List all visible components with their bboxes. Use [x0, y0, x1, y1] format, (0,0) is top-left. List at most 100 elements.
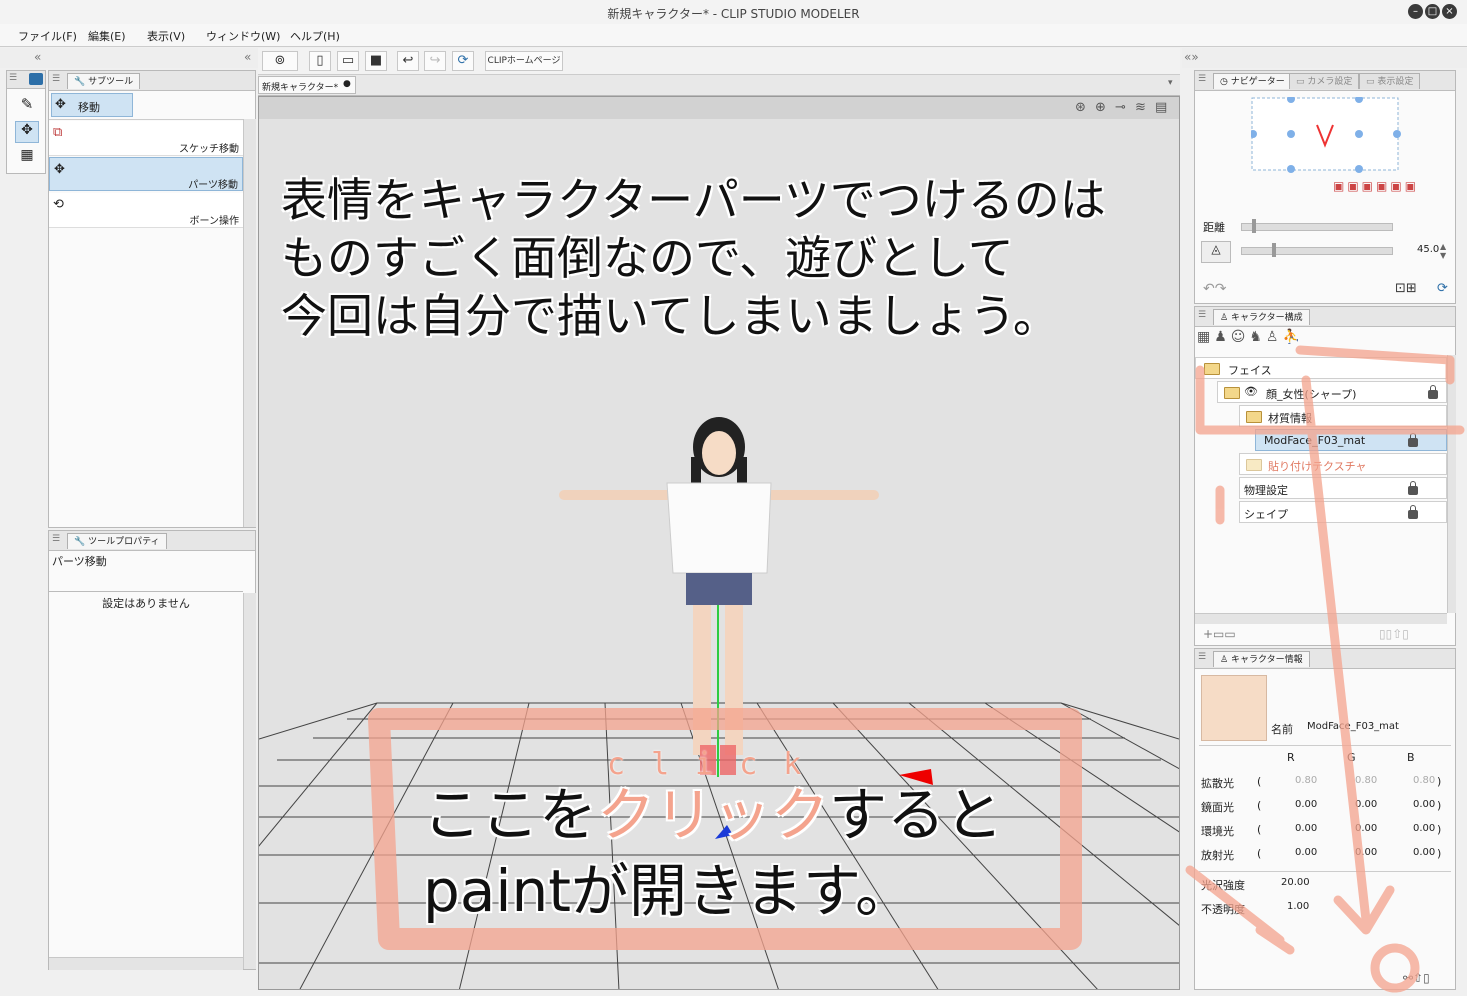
tool-palette: ☰ ✎ ✥ ▦	[6, 70, 46, 174]
distance-label: 距離	[1203, 221, 1225, 234]
title-bar: 新規キャラクター* - CLIP STUDIO MODELER – □ ×	[0, 0, 1467, 25]
right-dock-header: «»	[1182, 48, 1467, 68]
menu-view[interactable]: 表示(V)	[147, 28, 185, 44]
subtool-item-bone-operation[interactable]: ⟲ ボーン操作	[49, 193, 243, 228]
collapse-right-icon[interactable]: «»	[1184, 50, 1199, 64]
undo-icon[interactable]: ↩	[397, 51, 419, 71]
collapse-subtool-icon[interactable]: «	[244, 50, 251, 64]
sketch-tool-icon[interactable]: ✎	[15, 95, 39, 117]
menu-file[interactable]: ファイル(F)	[18, 28, 77, 44]
move-icon: ✥	[55, 97, 66, 112]
menu-icon[interactable]: ☰	[52, 534, 60, 544]
annotation-line: 今回は自分で描いてしまいましょう。	[281, 289, 1059, 343]
fov-slider[interactable]	[1241, 243, 1393, 257]
sketch-move-icon: ⧉	[53, 125, 63, 140]
minimize-icon[interactable]: –	[1408, 4, 1423, 19]
document-tab-bar: 新規キャラクター* ● ▾	[258, 75, 1180, 96]
tool-property-tab-label: ツールプロパティ	[88, 537, 160, 547]
tab-character-structure[interactable]: ♙ キャラクター構成	[1213, 309, 1310, 325]
subtool-item-label: スケッチ移動	[179, 144, 239, 155]
clip-studio-icon[interactable]: ⊚	[262, 51, 298, 71]
navigator-panel: ☰ ◷ ナビゲーター ▭ カメラ設定 ▭ 表示設定 ▣▣▣▣▣▣ 距離 ◬ 45…	[1194, 70, 1456, 304]
annotation-bottom: ここをクリックすると paintが開きます。	[423, 777, 1003, 929]
left-dock-header: « «	[0, 48, 258, 68]
tab-tool-property[interactable]: 🔧 ツールプロパティ	[67, 533, 167, 549]
fit-view-icon[interactable]: ⊡⊞	[1395, 281, 1417, 296]
distance-slider[interactable]	[1241, 219, 1393, 233]
annotation-highlight: クリック	[597, 781, 830, 849]
save-icon[interactable]: ■	[365, 51, 387, 71]
move-tool-icon[interactable]: ✥	[15, 121, 39, 143]
display-tab-label: 表示設定	[1377, 77, 1414, 87]
bone-operation-icon: ⟲	[53, 197, 64, 212]
subtool-item-parts-move[interactable]: ✥ パーツ移動	[49, 157, 243, 191]
clip-home-button[interactable]: CLIPホームページ	[485, 51, 563, 71]
subtool-tab-icon: 🔧	[74, 77, 86, 87]
subtool-item-label: パーツ移動	[188, 180, 238, 191]
redo-icon[interactable]: ↪	[424, 51, 446, 71]
subtool-group-move[interactable]: ✥ 移動	[51, 93, 133, 117]
menu-bar: ファイル(F) 編集(E) 表示(V) ウィンドウ(W) ヘルプ(H)	[0, 24, 1467, 47]
modified-dot-icon: ●	[343, 79, 351, 89]
fov-icon[interactable]: ◬	[1201, 241, 1231, 263]
annotation-text: ここを	[423, 781, 598, 849]
subtool-panel: ☰ 🔧 サブツール ✥ 移動 ⧉ スケッチ移動 ✥ パーツ移動 ⟲ ボーン操作	[48, 70, 256, 528]
camera-tab-label: カメラ設定	[1307, 77, 1353, 87]
open-file-icon[interactable]: ▭	[337, 51, 359, 71]
menu-icon[interactable]: ☰	[1198, 310, 1206, 320]
maximize-icon[interactable]: □	[1425, 4, 1440, 19]
reset-view-icon[interactable]: ⟳	[1437, 281, 1448, 296]
character-structure-tab-label: キャラクター構成	[1230, 313, 1303, 323]
menu-window[interactable]: ウィンドウ(W)	[206, 28, 280, 44]
tab-subtool[interactable]: 🔧 サブツール	[67, 73, 141, 89]
tab-display-settings[interactable]: ▭ 表示設定	[1359, 73, 1421, 89]
character-structure-icon: ♙	[1220, 313, 1229, 323]
display-icon: ▭	[1366, 77, 1375, 87]
annotation-top: 表情をキャラクターパーツでつけるのは ものすごく面倒なので、遊びとして 今回は自…	[281, 171, 1106, 345]
chevron-down-icon[interactable]: ▾	[1168, 78, 1173, 88]
annotation-line: paintが開きます。	[423, 857, 914, 925]
navigator-preview[interactable]	[1251, 97, 1401, 173]
annotation-line: 表情をキャラクターパーツでつけるのは	[281, 173, 1106, 227]
annotation-line: ものすごく面倒なので、遊びとして	[281, 231, 1014, 285]
menu-edit[interactable]: 編集(E)	[88, 28, 126, 44]
subtool-tab-label: サブツール	[88, 77, 134, 87]
subtool-item-sketch-move[interactable]: ⧉ スケッチ移動	[49, 121, 243, 156]
palette-tool-icon[interactable]: ▦	[15, 147, 39, 169]
parts-move-icon: ✥	[54, 162, 65, 177]
menu-help[interactable]: ヘルプ(H)	[290, 28, 340, 44]
menu-icon[interactable]: ☰	[9, 73, 17, 83]
tool-property-scrollbar[interactable]	[243, 593, 256, 969]
viewport[interactable]: ⊛ ⊕ ⊸ ≋ ▤ 表情をキャラクターパーツでつけるのは ものすごく面倒なので、…	[258, 96, 1180, 990]
tool-property-hscrollbar[interactable]	[49, 957, 243, 970]
tab-navigator[interactable]: ◷ ナビゲーター	[1213, 73, 1292, 89]
tool-property-empty-message: 設定はありません	[102, 597, 190, 610]
fov-value: 45.0	[1417, 244, 1440, 255]
tool-property-panel: ☰ 🔧 ツールプロパティ パーツ移動 設定はありません	[48, 530, 256, 970]
subtool-scrollbar[interactable]	[243, 119, 256, 527]
annotation-line: ここをクリックすると	[423, 777, 1003, 853]
undo-view-icon[interactable]: ↶↷	[1203, 281, 1226, 297]
tool-property-title: パーツ移動	[52, 555, 107, 568]
menu-icon[interactable]: ☰	[1198, 74, 1206, 84]
subtool-item-label: ボーン操作	[189, 216, 240, 227]
window-title: 新規キャラクター* - CLIP STUDIO MODELER	[607, 7, 860, 21]
spinner-icon[interactable]: ▲ ▼	[1440, 242, 1446, 260]
navigator-tab-label: ナビゲーター	[1230, 77, 1285, 87]
tool-property-tab-icon: 🔧	[74, 537, 86, 547]
collapse-left-icon[interactable]: «	[34, 50, 41, 64]
menu-icon[interactable]: ☰	[52, 74, 60, 84]
tab-camera-settings[interactable]: ▭ カメラ設定	[1289, 73, 1360, 89]
camera-reset-icon[interactable]: ⟳	[452, 51, 474, 71]
toolbox-icon	[29, 73, 43, 85]
document-tab[interactable]: 新規キャラクター* ●	[258, 76, 356, 94]
camera-icon: ▭	[1296, 77, 1305, 87]
annotation-text: すると	[829, 781, 1004, 849]
document-tab-label: 新規キャラクター*	[262, 83, 339, 93]
close-icon[interactable]: ×	[1442, 4, 1457, 19]
navigator-icon: ◷	[1220, 77, 1228, 87]
view-cube-icons[interactable]: ▣▣▣▣▣▣	[1333, 179, 1419, 193]
subtool-group-label: 移動	[78, 101, 100, 114]
new-file-icon[interactable]: ▯	[309, 51, 331, 71]
annotation-arrows	[1185, 345, 1465, 993]
